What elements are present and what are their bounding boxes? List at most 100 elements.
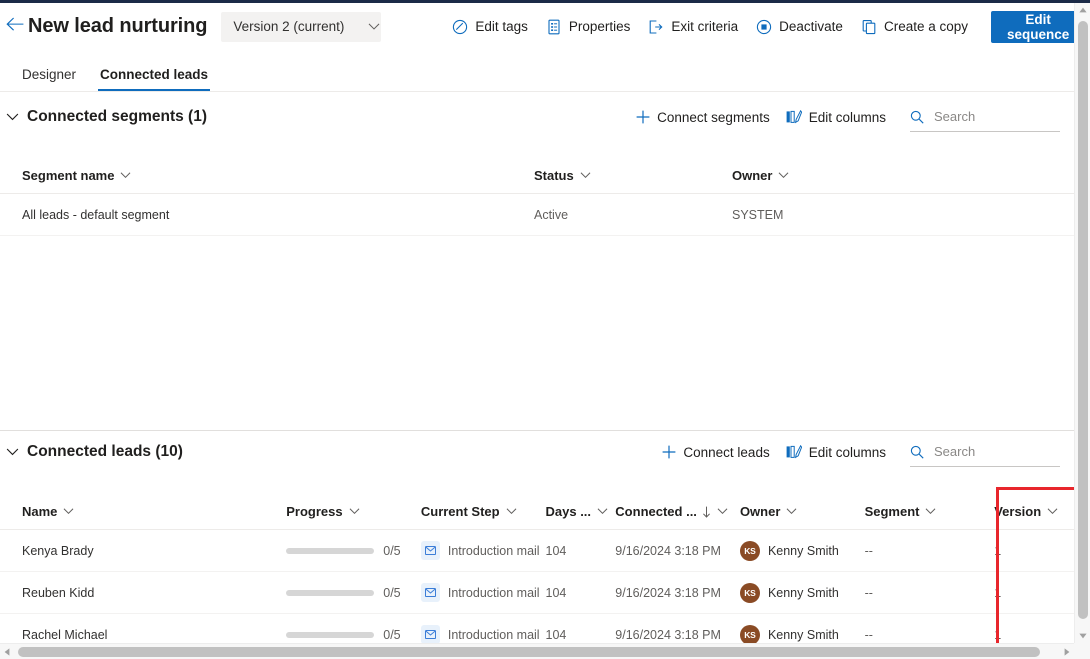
- scroll-left-arrow-icon[interactable]: [0, 644, 14, 659]
- exit-criteria-label: Exit criteria: [671, 19, 739, 34]
- scroll-right-arrow-icon[interactable]: [1060, 644, 1074, 659]
- tab-designer[interactable]: Designer: [10, 67, 88, 91]
- column-header-connected[interactable]: Connected ...: [615, 504, 740, 519]
- chevron-down-icon: [1047, 508, 1058, 515]
- table-row[interactable]: Kenya Brady 0/5 Introduction mail 104 9/…: [0, 530, 1074, 572]
- chevron-down-icon: [120, 172, 131, 179]
- create-a-copy-label: Create a copy: [883, 19, 968, 34]
- tab-connected-leads[interactable]: Connected leads: [88, 67, 220, 91]
- column-header-version-label: Version: [994, 504, 1042, 519]
- edit-columns-icon: [786, 110, 802, 124]
- column-header-segment-label: Segment: [864, 504, 920, 519]
- avatar: KS: [739, 540, 760, 561]
- chevron-down-icon: [597, 508, 608, 515]
- column-header-progress[interactable]: Progress: [286, 504, 421, 519]
- properties-button[interactable]: Properties: [537, 9, 640, 45]
- avatar: KS: [739, 624, 760, 645]
- chevron-down-icon: [786, 508, 797, 515]
- cell-current-step: Introduction mail: [420, 583, 546, 602]
- cell-days: 104: [545, 585, 567, 600]
- cell-connected: 9/16/2024 3:18 PM: [615, 627, 721, 642]
- edit-sequence-button[interactable]: Edit sequence: [991, 10, 1086, 43]
- leads-table-header: Name Progress Current Step Days ... Conn…: [0, 494, 1074, 530]
- back-button[interactable]: [6, 7, 24, 47]
- horizontal-scrollbar[interactable]: [0, 643, 1074, 659]
- cell-owner: SYSTEM: [732, 207, 784, 222]
- column-header-days[interactable]: Days ...: [546, 504, 616, 519]
- chevron-down-icon: [778, 172, 789, 179]
- segments-search-box[interactable]: [910, 102, 1060, 132]
- cell-name: Reuben Kidd: [22, 585, 95, 600]
- cell-version: 1: [994, 585, 1002, 600]
- envelope-icon: [420, 583, 440, 602]
- horizontal-scrollbar-thumb[interactable]: [18, 647, 1040, 657]
- scroll-up-arrow-icon[interactable]: [1075, 3, 1090, 17]
- column-header-days-label: Days ...: [545, 504, 592, 519]
- version-selector[interactable]: Version 2 (current): [221, 11, 382, 42]
- leads-search-input[interactable]: [932, 443, 1042, 460]
- table-row[interactable]: All leads - default segment Active SYSTE…: [0, 194, 1074, 236]
- connect-segments-button[interactable]: Connect segments: [628, 101, 778, 133]
- vertical-scrollbar-thumb[interactable]: [1078, 21, 1088, 619]
- cell-segment: --: [864, 543, 873, 558]
- progress-bar: [286, 547, 375, 554]
- column-header-segment[interactable]: Segment: [865, 504, 995, 519]
- sort-descending-arrow-icon: [702, 506, 711, 518]
- cell-progress: 0/5: [286, 628, 421, 642]
- segments-edit-columns-label: Edit columns: [808, 109, 886, 125]
- connected-segments-title: Connected segments (1): [27, 108, 208, 125]
- search-icon: [910, 110, 924, 124]
- command-bar: New lead nurturing Version 2 (current) E…: [0, 3, 1086, 50]
- column-header-owner[interactable]: Owner: [740, 504, 865, 519]
- leads-search-box[interactable]: [910, 437, 1060, 467]
- connected-segments-collapse-toggle[interactable]: Connected segments (1): [6, 108, 207, 126]
- copy-icon: [861, 19, 877, 35]
- connected-segments-table: Segment name Status Owner All leads - de…: [0, 158, 1074, 236]
- envelope-icon: [420, 541, 440, 560]
- column-header-status-label: Status: [534, 168, 574, 183]
- scroll-down-arrow-icon[interactable]: [1075, 629, 1090, 643]
- owner-name: Kenny Smith: [767, 585, 839, 600]
- plus-icon: [636, 110, 650, 124]
- cell-days: 104: [545, 627, 567, 642]
- cell-name: Kenya Brady: [22, 543, 94, 558]
- leads-edit-columns-button[interactable]: Edit columns: [778, 436, 894, 468]
- progress-bar: [286, 631, 375, 638]
- connected-segments-toolbar: Connect segments Edit columns: [628, 101, 1060, 133]
- chevron-down-icon: [349, 508, 360, 515]
- current-step-label: Introduction mail: [447, 627, 540, 642]
- search-icon: [910, 445, 924, 459]
- vertical-scrollbar[interactable]: [1074, 3, 1090, 643]
- progress-text: 0/5: [383, 627, 401, 642]
- tag-icon: [452, 19, 468, 35]
- segments-search-input[interactable]: [932, 108, 1042, 125]
- owner-name: Kenny Smith: [767, 627, 839, 642]
- tab-bar: Designer Connected leads: [0, 50, 1074, 92]
- edit-tags-button[interactable]: Edit tags: [443, 9, 537, 45]
- create-a-copy-button[interactable]: Create a copy: [852, 9, 977, 45]
- envelope-icon: [420, 625, 440, 644]
- table-row[interactable]: Reuben Kidd 0/5 Introduction mail 104 9/…: [0, 572, 1074, 614]
- chevron-down-icon: [6, 448, 19, 457]
- column-header-status[interactable]: Status: [534, 168, 732, 183]
- cell-current-step: Introduction mail: [420, 541, 546, 560]
- column-header-connected-label: Connected ...: [615, 504, 697, 519]
- app-window: New lead nurturing Version 2 (current) E…: [0, 0, 1090, 659]
- column-header-owner[interactable]: Owner: [732, 168, 932, 183]
- column-header-version[interactable]: Version: [994, 504, 1074, 519]
- cell-name: Rachel Michael: [22, 627, 108, 642]
- deactivate-label: Deactivate: [779, 19, 843, 34]
- segments-edit-columns-button[interactable]: Edit columns: [778, 101, 894, 133]
- scrollbar-corner: [1074, 643, 1090, 659]
- page-title: New lead nurturing: [28, 15, 208, 37]
- connect-leads-button[interactable]: Connect leads: [654, 436, 777, 468]
- column-header-segment-name[interactable]: Segment name: [22, 168, 534, 183]
- connected-leads-collapse-toggle[interactable]: Connected leads (10): [6, 443, 183, 461]
- exit-criteria-button[interactable]: Exit criteria: [639, 9, 747, 45]
- column-header-name[interactable]: Name: [22, 504, 286, 519]
- avatar: KS: [739, 582, 760, 603]
- deactivate-button[interactable]: Deactivate: [747, 9, 852, 45]
- cell-segment: --: [864, 627, 873, 642]
- column-header-current-step[interactable]: Current Step: [421, 504, 546, 519]
- connected-leads-header: Connected leads (10) Connect leads Edit …: [0, 431, 1074, 473]
